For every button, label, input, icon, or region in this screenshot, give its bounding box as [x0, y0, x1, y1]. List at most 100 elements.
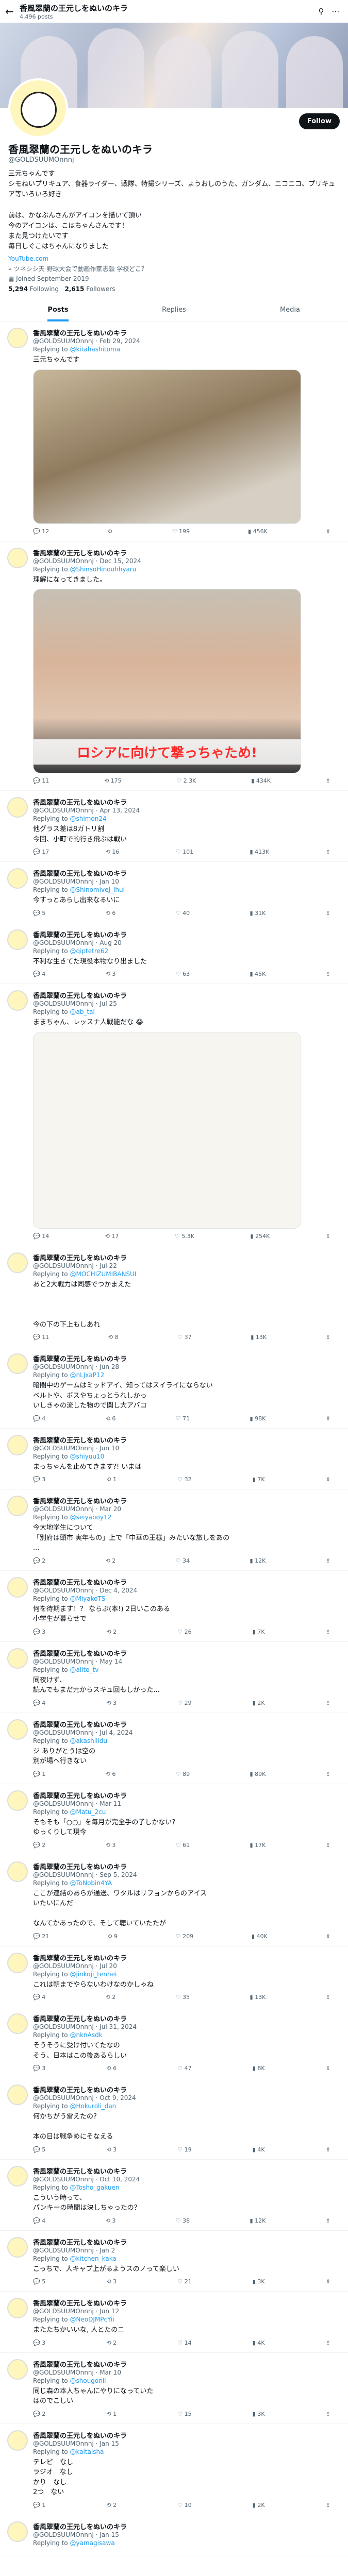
share-icon[interactable]: ⇪ — [326, 971, 330, 977]
reply-target[interactable]: @Matu_2cu — [70, 1808, 106, 1816]
reply-action[interactable]: 💬 3 — [33, 1476, 45, 1483]
reply-target[interactable]: @qiptetre62 — [70, 947, 108, 955]
post[interactable]: 香風翠蘭の王元しをぬいのキラ @GOLDSUUMOnnnj · Sep 5, 2… — [0, 1855, 348, 1946]
reply-target[interactable]: @ToNobin4YA — [70, 1879, 112, 1887]
share-icon[interactable]: ⇪ — [326, 1629, 330, 1635]
post[interactable]: 香風翠蘭の王元しをぬいのキラ @GOLDSUUMOnnnj · Aug 20 R… — [0, 923, 348, 985]
reply-action[interactable]: 💬 4 — [33, 1700, 45, 1706]
post[interactable]: 香風翠蘭の王元しをぬいのキラ @GOLDSUUMOnnnj · Dec 15, … — [0, 541, 348, 791]
post[interactable]: 香風翠蘭の王元しをぬいのキラ @GOLDSUUMOnnnj · Oct 10, … — [0, 2160, 348, 2231]
post-date[interactable]: May 14 — [100, 1658, 122, 1665]
like-action[interactable]: ♡ 101 — [176, 849, 193, 855]
retweet-action[interactable]: ⟲ 3 — [106, 1700, 117, 1706]
tab-replies[interactable]: Replies — [116, 299, 232, 321]
post-author[interactable]: 香風翠蘭の王元しをぬいのキラ — [33, 1721, 127, 1729]
reply-target[interactable]: @jinkoji_tenhei — [70, 1971, 117, 1978]
retweet-action[interactable]: ⟲ 3 — [106, 971, 116, 977]
like-action[interactable]: ♡ 10 — [177, 2502, 191, 2509]
reply-target[interactable]: @shougonii — [70, 2377, 106, 2384]
post[interactable]: 香風翠蘭の王元しをぬいのキラ @GOLDSUUMOnnnj · May 14 R… — [0, 1642, 348, 1713]
reply-action[interactable]: 💬 2 — [33, 2411, 45, 2417]
post[interactable]: 香風翠蘭の王元しをぬいのキラ @GOLDSUUMOnnnj · Jun 12 R… — [0, 2292, 348, 2353]
reply-target[interactable]: @nLJxaP12 — [70, 1371, 104, 1379]
reply-action[interactable]: 💬 21 — [33, 1933, 49, 1940]
views-action[interactable]: ▮ 4K — [253, 2340, 265, 2346]
post-date[interactable]: Mar 11 — [100, 1800, 121, 1807]
post-author[interactable]: 香風翠蘭の王元しをぬいのキラ — [33, 1255, 127, 1262]
views-action[interactable]: ▮ 456K — [248, 528, 268, 535]
post-avatar[interactable] — [7, 2013, 28, 2035]
like-action[interactable]: ♡ 47 — [177, 2065, 191, 2072]
share-icon[interactable]: ⇪ — [326, 777, 330, 784]
views-action[interactable]: ▮ 8K — [253, 2065, 265, 2072]
post-date[interactable]: Dec 15, 2024 — [100, 557, 141, 565]
post[interactable]: 香風翠蘭の王元しをぬいのキラ @GOLDSUUMOnnnj · Jan 15 R… — [0, 2515, 348, 2555]
post-author[interactable]: 香風翠蘭の王元しをぬいのキラ — [33, 1650, 127, 1658]
retweet-action[interactable]: ⟲ 3 — [106, 2146, 117, 2153]
reply-action[interactable]: 💬 4 — [33, 2217, 45, 2224]
like-action[interactable]: ♡ 15 — [177, 2411, 191, 2417]
retweet-action[interactable]: ⟲ 17 — [105, 1233, 119, 1240]
reply-target[interactable]: @kitchen_kaka — [70, 2255, 116, 2262]
like-action[interactable]: ♡ 38 — [176, 2217, 190, 2224]
post-date[interactable]: Jul 22 — [100, 1262, 117, 1269]
share-icon[interactable]: ⇪ — [326, 2146, 330, 2153]
post-avatar[interactable] — [7, 2521, 28, 2542]
like-action[interactable]: ♡ 34 — [176, 1557, 190, 1564]
post-avatar[interactable] — [7, 2165, 28, 2187]
reply-target[interactable]: @MiyakoTS — [70, 1595, 105, 1602]
post-date[interactable]: Jan 2 — [100, 2247, 115, 2254]
retweet-action[interactable]: ⟲ 2 — [106, 2502, 117, 2509]
reply-target[interactable]: @Tosho_gakuen — [70, 2184, 119, 2191]
post-avatar[interactable] — [7, 1496, 28, 1517]
reply-action[interactable]: 💬 5 — [33, 910, 45, 917]
following-label[interactable]: Following — [30, 285, 59, 293]
reply-action[interactable]: 💬 4 — [33, 1415, 45, 1422]
post-date[interactable]: Jun 10 — [100, 1445, 119, 1452]
post-author[interactable]: 香風翠蘭の王元しをぬいのキラ — [33, 2432, 127, 2440]
post-media[interactable] — [33, 1031, 301, 1229]
like-action[interactable]: ♡ 14 — [177, 2340, 191, 2346]
search-icon[interactable]: ⚲ — [314, 7, 328, 16]
retweet-action[interactable]: ⟲ 2 — [106, 2340, 117, 2346]
avatar[interactable] — [8, 78, 68, 138]
reply-action[interactable]: 💬 3 — [33, 2065, 45, 2072]
retweet-action[interactable]: ⟲ 2 — [106, 1557, 116, 1564]
retweet-action[interactable]: ⟲ 8 — [108, 1334, 119, 1341]
post-date[interactable]: Jul 31, 2024 — [100, 2023, 137, 2030]
post-author[interactable]: 香風翠蘭の王元しをぬいのキラ — [33, 2300, 127, 2308]
post-date[interactable]: Jan 15 — [100, 2531, 119, 2538]
share-icon[interactable]: ⇪ — [326, 2502, 330, 2509]
views-action[interactable]: ▮ 12K — [250, 2217, 266, 2224]
post[interactable]: 香風翠蘭の王元しをぬいのキラ @GOLDSUUMOnnnj · Jan 15 R… — [0, 2424, 348, 2515]
like-action[interactable]: ♡ 5.3K — [175, 1233, 194, 1240]
like-action[interactable]: ♡ 19 — [177, 2146, 191, 2153]
post[interactable]: 香風翠蘭の王元しをぬいのキラ @GOLDSUUMOnnnj · Jul 31, … — [0, 2007, 348, 2079]
reply-target[interactable]: @Hokuroli_dan — [70, 2103, 116, 2110]
post-date[interactable]: Jul 4, 2024 — [100, 1729, 132, 1736]
post-avatar[interactable] — [7, 1353, 28, 1375]
post-date[interactable]: Jul 25 — [100, 1000, 117, 1007]
followers-count[interactable]: 2,615 — [64, 285, 84, 293]
post-avatar[interactable] — [7, 1952, 28, 1973]
views-action[interactable]: ▮ 40K — [252, 1933, 268, 1940]
share-icon[interactable]: ⇪ — [326, 1334, 330, 1341]
post[interactable]: 香風翠蘭の王元しをぬいのキラ @GOLDSUUMOnnnj · Jan 10 R… — [0, 862, 348, 923]
reply-action[interactable]: 💬 5 — [33, 2278, 45, 2285]
reply-target[interactable]: @NeoDJMPcYii — [70, 2316, 114, 2323]
post[interactable]: 香風翠蘭の王元しをぬいのキラ @GOLDSUUMOnnnj · Mar 10 R… — [0, 2353, 348, 2424]
share-icon[interactable]: ⇪ — [326, 910, 330, 917]
views-action[interactable]: ▮ 413K — [250, 849, 270, 855]
reply-target[interactable]: @ShinomiveJ_lhui — [70, 886, 124, 893]
retweet-action[interactable]: ⟲ 6 — [106, 2065, 117, 2072]
post-avatar[interactable] — [7, 2359, 28, 2380]
reply-action[interactable]: 💬 4 — [33, 971, 45, 977]
views-action[interactable]: ▮ 3K — [253, 2411, 265, 2417]
reply-target[interactable]: @seiyaboy12 — [70, 1514, 111, 1521]
share-icon[interactable]: ⇪ — [326, 2065, 330, 2072]
share-icon[interactable]: ⇪ — [326, 1476, 330, 1483]
post-author[interactable]: 香風翠蘭の王元しをぬいのキラ — [33, 2239, 127, 2247]
reply-target[interactable]: @nknAsdk — [70, 2031, 102, 2039]
post-author[interactable]: 香風翠蘭の王元しをぬいのキラ — [33, 1498, 127, 1505]
post[interactable]: 香風翠蘭の王元しをぬいのキラ @GOLDSUUMOnnnj · Jul 20 R… — [0, 1946, 348, 2008]
